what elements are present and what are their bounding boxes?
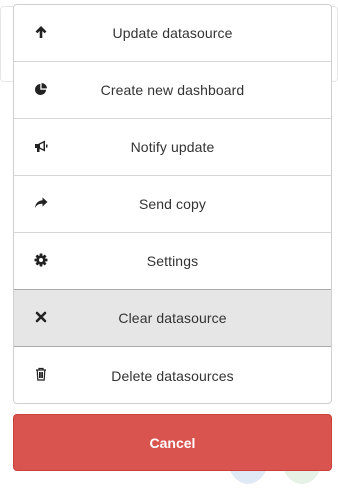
bullhorn-icon — [34, 139, 48, 153]
action-label: Create new dashboard — [100, 82, 245, 98]
delete-datasources-button[interactable]: Delete datasources — [14, 347, 331, 403]
gear-icon — [34, 253, 48, 267]
settings-button[interactable]: Settings — [14, 233, 331, 290]
trash-icon — [34, 367, 48, 381]
create-dashboard-button[interactable]: Create new dashboard — [14, 62, 331, 119]
action-label: Notify update — [130, 139, 215, 155]
clear-datasource-button[interactable]: Clear datasource — [14, 289, 331, 347]
notify-update-button[interactable]: Notify update — [14, 119, 331, 176]
action-sheet: Update datasource Create new dashboard N… — [13, 4, 332, 404]
action-label: Clear datasource — [118, 310, 227, 326]
share-arrow-icon — [34, 196, 48, 210]
cancel-button[interactable]: Cancel — [13, 414, 332, 471]
pie-chart-icon — [34, 82, 48, 96]
send-copy-button[interactable]: Send copy — [14, 176, 331, 233]
arrow-up-icon — [34, 25, 48, 39]
update-datasource-button[interactable]: Update datasource — [14, 5, 331, 62]
action-label: Update datasource — [112, 25, 233, 41]
action-label: Settings — [146, 253, 199, 269]
action-label: Send copy — [138, 196, 207, 212]
cancel-label: Cancel — [149, 434, 196, 451]
close-icon — [34, 310, 48, 324]
action-label: Delete datasources — [111, 367, 234, 384]
